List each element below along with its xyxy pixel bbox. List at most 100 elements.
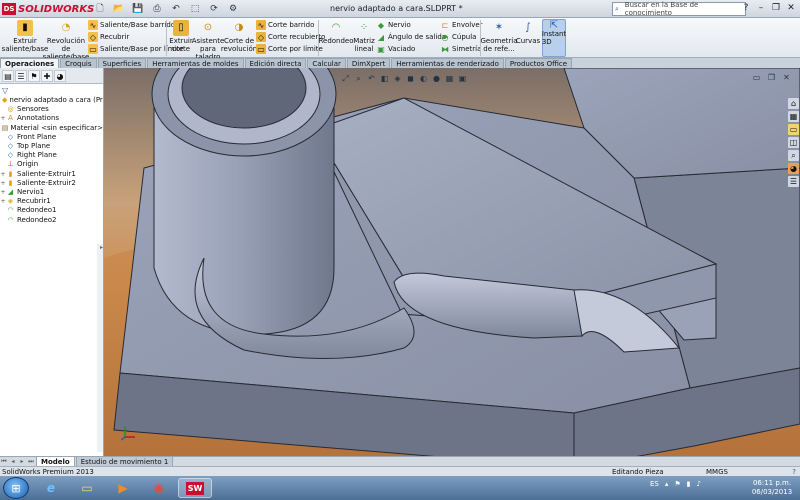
rib-button[interactable]: ◆ Nervio bbox=[376, 20, 411, 30]
curves-button[interactable]: ∫ Curvas bbox=[516, 20, 540, 46]
tree-item[interactable]: ▤ Material <sin especificar> bbox=[0, 124, 103, 133]
fillet-button[interactable]: ◠ Redondeo bbox=[318, 20, 353, 46]
tab-herramientas-moldes[interactable]: Herramientas de moldes bbox=[147, 58, 244, 68]
tree-item[interactable]: ◇ Front Plane bbox=[0, 133, 103, 142]
last-tab-arrow-icon[interactable]: ⏭ bbox=[27, 458, 35, 466]
tree-item[interactable]: + ◢ Nervio1 bbox=[0, 188, 103, 197]
save-icon[interactable]: 💾 bbox=[130, 2, 146, 16]
close-button[interactable]: ✕ bbox=[784, 1, 798, 15]
volume-icon[interactable]: ♪ bbox=[697, 480, 701, 488]
print-icon[interactable]: ⎙ bbox=[149, 2, 165, 16]
extrude-boss-button[interactable]: ▮ Extruir saliente/base bbox=[2, 20, 48, 53]
help-icon[interactable]: ? bbox=[739, 1, 753, 15]
viewport-restore-icon[interactable]: ❐ bbox=[766, 72, 777, 83]
start-button[interactable]: ⊞ bbox=[3, 477, 29, 499]
wrap-button[interactable]: ⊏ Envolver bbox=[440, 20, 483, 30]
tab-operaciones[interactable]: Operaciones bbox=[0, 58, 60, 68]
tree-item[interactable]: + ▮ Saliente-Extruir2 bbox=[0, 179, 103, 188]
linear-pattern-button[interactable]: ⁘ Matriz lineal bbox=[352, 20, 376, 54]
boundary-cut-button[interactable]: ▭ Corte por límite bbox=[256, 44, 323, 54]
viewport-minimize-icon[interactable]: ▭ bbox=[751, 72, 762, 83]
tree-item[interactable]: + A Annotations bbox=[0, 114, 103, 123]
panel-collapse-arrow-icon[interactable]: ▸ bbox=[100, 244, 103, 251]
swept-cut-button[interactable]: ∿ Corte barrido bbox=[256, 20, 314, 30]
network-icon[interactable]: ▮ bbox=[687, 480, 691, 488]
tree-item[interactable]: ◠ Redondeo2 bbox=[0, 215, 103, 224]
restore-button[interactable]: ❐ bbox=[769, 1, 783, 15]
options-icon[interactable]: ⚙ bbox=[225, 2, 241, 16]
viewport-close-icon[interactable]: ✕ bbox=[781, 72, 792, 83]
graphics-area[interactable] bbox=[104, 68, 800, 456]
mirror-button[interactable]: ⧓ Simetría bbox=[440, 44, 481, 54]
view-settings-icon[interactable]: ▣ bbox=[457, 73, 468, 84]
first-tab-arrow-icon[interactable]: ⏮ bbox=[0, 458, 8, 466]
design-library-icon[interactable]: ▦ bbox=[788, 111, 799, 122]
file-explorer-icon[interactable]: ▭ bbox=[788, 124, 799, 135]
new-document-icon[interactable]: 🗋 bbox=[92, 2, 108, 16]
section-view-icon[interactable]: ◧ bbox=[379, 73, 390, 84]
loft-button[interactable]: ◇ Recubrir bbox=[88, 32, 129, 42]
solidworks-taskbar-icon[interactable]: SW bbox=[178, 478, 212, 498]
tray-arrow-icon[interactable]: ▴ bbox=[665, 480, 669, 488]
internet-explorer-icon[interactable]: e bbox=[34, 478, 68, 498]
view-palette-icon[interactable]: ◫ bbox=[788, 137, 799, 148]
zoom-to-fit-icon[interactable]: ⤢ bbox=[340, 73, 351, 84]
rebuild-icon[interactable]: ⟳ bbox=[206, 2, 222, 16]
revolved-cut-button[interactable]: ◑ Corte de revolución bbox=[221, 20, 257, 54]
edit-appearance-icon[interactable]: ● bbox=[431, 73, 442, 84]
hide-show-items-icon[interactable]: ◐ bbox=[418, 73, 429, 84]
tree-item[interactable]: + ▮ Saliente-Extruir1 bbox=[0, 170, 103, 179]
apply-scene-icon[interactable]: ▦ bbox=[444, 73, 455, 84]
tab-estudio-movimiento[interactable]: Estudio de movimiento 1 bbox=[75, 456, 174, 467]
tree-item[interactable]: ◇ Right Plane bbox=[0, 151, 103, 160]
feature-manager-tab-icon[interactable]: ▤ bbox=[2, 70, 14, 82]
solidworks-logo[interactable]: DS SOLIDWORKS bbox=[2, 2, 94, 16]
panel-scrollbar[interactable] bbox=[97, 244, 103, 452]
feature-tree-filter[interactable]: ▽ bbox=[2, 85, 101, 95]
media-player-icon[interactable]: ▶ bbox=[106, 478, 140, 498]
search-results-icon[interactable]: ⌕ bbox=[788, 150, 799, 161]
language-indicator[interactable]: ES bbox=[650, 480, 659, 488]
tree-item[interactable]: ⊥ Origin bbox=[0, 160, 103, 169]
appearances-icon[interactable]: ◕ bbox=[788, 163, 799, 174]
display-style-icon[interactable]: ◼ bbox=[405, 73, 416, 84]
extruded-cut-button[interactable]: ▯ Extruir corte bbox=[168, 20, 194, 53]
open-document-icon[interactable]: 📂 bbox=[111, 2, 127, 16]
tree-item[interactable]: ◎ Sensores bbox=[0, 105, 103, 114]
file-explorer-taskbar-icon[interactable]: ▭ bbox=[70, 478, 104, 498]
tab-croquis[interactable]: Croquis bbox=[60, 58, 97, 68]
tree-item[interactable]: + ◈ Recubrir1 bbox=[0, 197, 103, 206]
draft-button[interactable]: ◢ Ángulo de salida bbox=[376, 32, 446, 42]
display-manager-tab-icon[interactable]: ◕ bbox=[54, 70, 66, 82]
dome-button[interactable]: ◓ Cúpula bbox=[440, 32, 477, 42]
dimxpert-manager-tab-icon[interactable]: ✚ bbox=[41, 70, 53, 82]
next-tab-arrow-icon[interactable]: ▸ bbox=[18, 458, 26, 465]
knowledge-base-search-input[interactable]: ⌕ Buscar en la Base de conocimiento bbox=[612, 1, 746, 17]
tab-herramientas-renderizado[interactable]: Herramientas de renderizado bbox=[391, 58, 504, 68]
tab-productos-office[interactable]: Productos Office bbox=[504, 58, 573, 68]
tab-dimxpert[interactable]: DimXpert bbox=[346, 58, 391, 68]
tab-superficies[interactable]: Superficies bbox=[97, 58, 147, 68]
configuration-manager-tab-icon[interactable]: ⚑ bbox=[28, 70, 40, 82]
prev-tab-arrow-icon[interactable]: ◂ bbox=[9, 458, 17, 465]
revolve-boss-button[interactable]: ◔ Revolución de saliente/base bbox=[43, 20, 90, 62]
select-icon[interactable]: ⬚ bbox=[187, 2, 203, 16]
chrome-icon[interactable]: ◉ bbox=[142, 478, 176, 498]
solidworks-resources-icon[interactable]: ⌂ bbox=[788, 98, 799, 109]
tree-item[interactable]: ◇ Top Plane bbox=[0, 142, 103, 151]
minimize-button[interactable]: – bbox=[754, 1, 768, 15]
reference-geometry-button[interactable]: ✶ Geometría de refe... bbox=[481, 20, 518, 54]
view-orientation-icon[interactable]: ◈ bbox=[392, 73, 403, 84]
zoom-to-area-icon[interactable]: ⌕ bbox=[353, 73, 364, 84]
tab-edicion-directa[interactable]: Edición directa bbox=[244, 58, 307, 68]
flag-icon[interactable]: ⚑ bbox=[674, 480, 680, 488]
clock[interactable]: 06:11 p.m. 06/03/2013 bbox=[750, 479, 794, 497]
lofted-cut-button[interactable]: ◇ Corte recubierto bbox=[256, 32, 325, 42]
instant3d-button[interactable]: ⇱ Instant 3D bbox=[542, 19, 566, 57]
tree-item[interactable]: ◆nervio adaptado a cara (Predeterminado bbox=[0, 96, 103, 105]
tree-item[interactable]: ◠ Redondeo1 bbox=[0, 206, 103, 215]
swept-boss-button[interactable]: ∿ Saliente/Base barrido bbox=[88, 20, 175, 30]
previous-view-icon[interactable]: ↶ bbox=[366, 73, 377, 84]
shell-button[interactable]: ▣ Vaciado bbox=[376, 44, 415, 54]
custom-properties-icon[interactable]: ☰ bbox=[788, 176, 799, 187]
